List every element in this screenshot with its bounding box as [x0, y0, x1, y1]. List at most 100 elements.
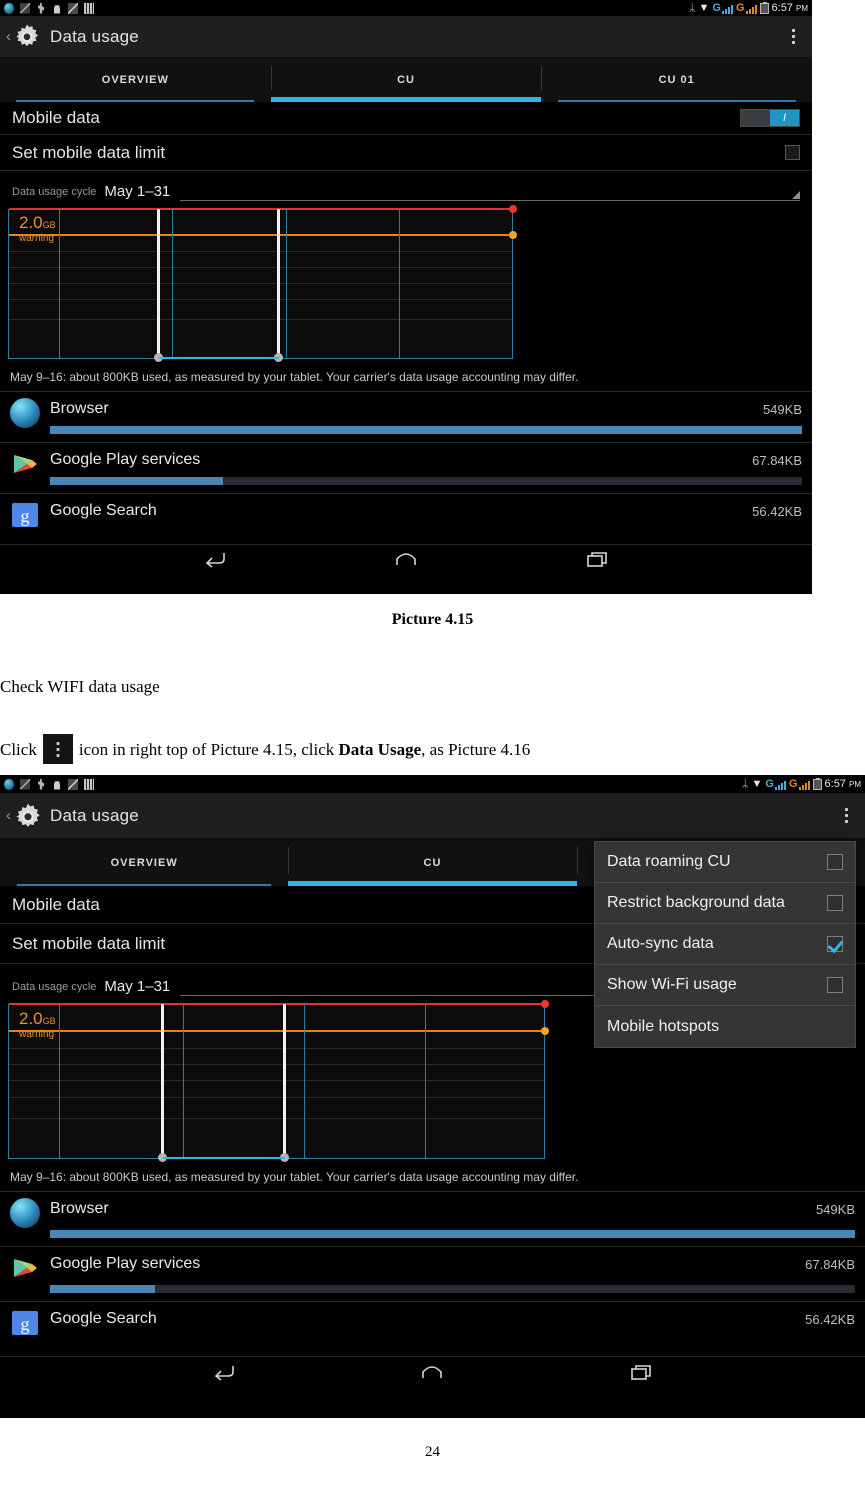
- home-nav-icon[interactable]: [419, 1363, 445, 1381]
- app-name-wrap: Google Play services: [50, 1253, 805, 1273]
- tab-overview[interactable]: OVERVIEW: [0, 839, 288, 886]
- click-bold-term: Data Usage: [338, 740, 422, 759]
- app-usage-bar: [50, 1230, 855, 1238]
- click-middle: icon in right top of Picture 4.15, click: [78, 740, 335, 759]
- warning-value: 2.0: [19, 1009, 43, 1028]
- set-limit-checkbox[interactable]: [785, 145, 800, 160]
- google-search-icon: g: [10, 1308, 40, 1338]
- menu-item-checkbox[interactable]: [827, 854, 843, 870]
- lock-icon: [54, 5, 60, 14]
- cycle-label: Data usage cycle: [12, 981, 97, 993]
- back-nav-icon[interactable]: [211, 1363, 237, 1381]
- chart-selector-left[interactable]: [154, 209, 163, 362]
- settings-gear-icon[interactable]: [12, 22, 42, 52]
- app-name: Google Search: [50, 502, 157, 519]
- app-usage: 56.42KB: [752, 504, 802, 519]
- warning-unit: GB: [42, 1016, 56, 1026]
- warning-label-group: 2.0GB warning: [19, 1010, 56, 1040]
- toggle-off-half: [741, 110, 770, 126]
- app-usage-bar: [50, 426, 802, 434]
- chart-selection-bar: [159, 357, 279, 359]
- warning-handle-dot[interactable]: [509, 231, 517, 239]
- clock-meridiem: PM: [849, 780, 861, 789]
- tab-cu[interactable]: CU: [270, 58, 542, 102]
- home-nav-icon[interactable]: [393, 550, 419, 568]
- limit-handle-dot[interactable]: [509, 205, 517, 213]
- recents-nav-icon[interactable]: [584, 550, 610, 568]
- click-prefix: Click: [0, 740, 37, 759]
- app-usage: 67.84KB: [752, 453, 802, 468]
- clock-meridiem: PM: [796, 4, 808, 13]
- tab-cu-01[interactable]: CU 01: [541, 58, 812, 102]
- back-chevron-icon[interactable]: ‹: [6, 28, 11, 45]
- overflow-menu-icon[interactable]: [784, 26, 802, 48]
- list-item[interactable]: Browser 549KB: [0, 392, 812, 443]
- warning-label-group: 2.0GB warning: [19, 214, 56, 244]
- tab-cu[interactable]: CU: [288, 839, 577, 886]
- signal-sim2-bars: [798, 780, 810, 790]
- recents-nav-icon[interactable]: [628, 1363, 654, 1381]
- app-usage-bar: [50, 1285, 855, 1293]
- menu-item-checkbox-checked[interactable]: [827, 936, 843, 952]
- list-item[interactable]: Google Play services 67.84KB: [0, 1247, 865, 1302]
- tab-bar: OVERVIEW CU CU 01: [0, 58, 812, 102]
- overflow-menu-icon-inline: [42, 734, 73, 764]
- mobile-data-label: Mobile data: [12, 108, 100, 127]
- cycle-spinner-underline[interactable]: [180, 183, 800, 201]
- chart-plot-area[interactable]: 2.0GB warning: [8, 1000, 549, 1162]
- overflow-menu-icon[interactable]: [837, 805, 855, 827]
- app-name-wrap: Browser: [50, 398, 763, 418]
- mobile-data-label: Mobile data: [12, 894, 100, 914]
- menu-item-checkbox[interactable]: [827, 895, 843, 911]
- warning-text: warning: [19, 233, 55, 244]
- lock-icon: [54, 781, 60, 790]
- chart-plot-area[interactable]: 2.0GB warning: [8, 205, 517, 362]
- menu-item-auto-sync-data[interactable]: Auto-sync data: [595, 924, 855, 965]
- click-suffix: , as Picture 4.16: [421, 740, 531, 759]
- list-item[interactable]: Google Play services 67.84KB: [0, 443, 812, 494]
- chart-selector-right[interactable]: [274, 209, 283, 362]
- usb-icon: [38, 778, 44, 790]
- action-bar: ‹ Data usage: [0, 793, 865, 839]
- tab-indicator: [17, 884, 272, 886]
- back-chevron-icon[interactable]: ‹: [6, 807, 11, 824]
- menu-item-checkbox[interactable]: [827, 977, 843, 993]
- data-usage-cycle-row[interactable]: Data usage cycle May 1–31: [0, 171, 812, 201]
- bars-icon: [84, 2, 94, 14]
- browser-icon: [4, 778, 14, 790]
- menu-item-restrict-background-data[interactable]: Restrict background data: [595, 883, 855, 924]
- status-bar-left-icons: [4, 778, 94, 790]
- warning-text: warning: [19, 1029, 55, 1040]
- signal-sim1-bars: [721, 4, 733, 14]
- page-title: Data usage: [50, 805, 139, 825]
- document-page: ᛦ ▼ G G 6:57 PM ‹ Data usage OVERVIEW CU…: [0, 0, 865, 1485]
- list-item[interactable]: g Google Search 56.42KB: [0, 494, 812, 545]
- app-name: Browser: [50, 400, 109, 417]
- limit-line: [9, 1003, 547, 1005]
- menu-item-label: Auto-sync data: [607, 935, 714, 952]
- list-item[interactable]: g Google Search 56.42KB: [0, 1302, 865, 1357]
- app-name: Google Search: [50, 1310, 157, 1327]
- settings-gear-icon[interactable]: [12, 801, 42, 831]
- tab-indicator: [557, 100, 796, 102]
- chart-selector-right[interactable]: [280, 1004, 289, 1162]
- screenshot-picture-4-16: ᛦ ▼ G G 6:57 PM ‹ Data usage OVERVIEW CU…: [0, 775, 865, 1418]
- warning-handle-dot[interactable]: [541, 1027, 549, 1035]
- limit-handle-dot[interactable]: [541, 1000, 549, 1008]
- mobile-data-toggle[interactable]: I: [740, 109, 800, 127]
- back-nav-icon[interactable]: [202, 550, 228, 568]
- row-mobile-data[interactable]: Mobile data I: [0, 102, 812, 135]
- menu-item-mobile-hotspots[interactable]: Mobile hotspots: [595, 1006, 855, 1047]
- tab-overview[interactable]: OVERVIEW: [0, 58, 271, 102]
- row-set-mobile-data-limit[interactable]: Set mobile data limit: [0, 135, 812, 171]
- bluetooth-icon: ᛦ: [741, 777, 749, 790]
- menu-item-show-wifi-usage[interactable]: Show Wi-Fi usage: [595, 965, 855, 1006]
- chart-selector-left[interactable]: [158, 1004, 167, 1162]
- usb-icon: [38, 2, 44, 14]
- app-usage: 549KB: [815, 1202, 855, 1217]
- navigation-bar: [0, 545, 812, 573]
- list-item[interactable]: Browser 549KB: [0, 1192, 865, 1247]
- app-name: Google Play services: [50, 451, 201, 468]
- menu-item-data-roaming[interactable]: Data roaming CU: [595, 842, 855, 883]
- warning-line: [9, 234, 515, 236]
